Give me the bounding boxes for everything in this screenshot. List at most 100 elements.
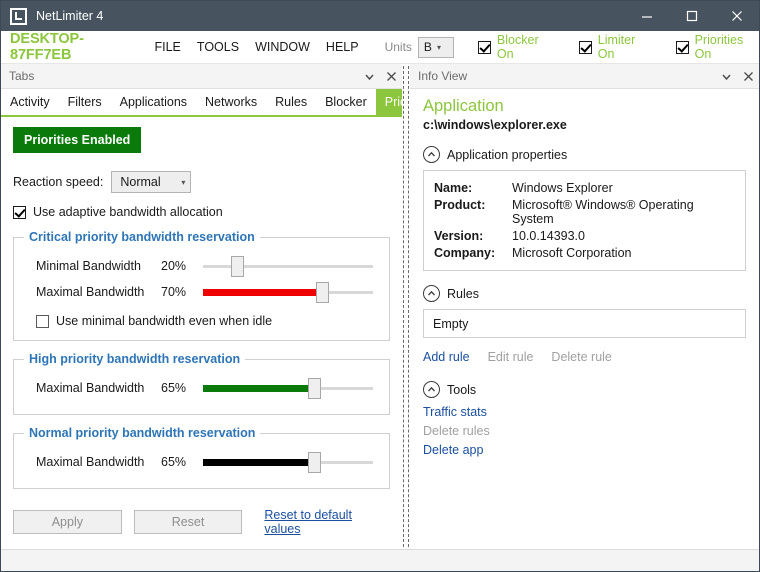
rules-section-header[interactable]: Rules (423, 285, 746, 302)
tab-filters[interactable]: Filters (59, 89, 111, 115)
idle-bandwidth-label: Use minimal bandwidth even when idle (56, 314, 272, 328)
normal-priority-title: Normal priority bandwidth reservation (24, 426, 260, 440)
adaptive-allocation-row[interactable]: Use adaptive bandwidth allocation (13, 205, 390, 219)
add-rule-link[interactable]: Add rule (423, 350, 470, 364)
application-properties-label: Application properties (447, 148, 567, 162)
adaptive-allocation-checkbox[interactable] (13, 206, 26, 219)
critical-minimal-bandwidth-row: Minimal Bandwidth 20% (24, 254, 379, 278)
critical-maximal-label: Maximal Bandwidth (36, 285, 161, 299)
tab-activity[interactable]: Activity (1, 89, 59, 115)
tools-action-links: Traffic stats Delete rules Delete app (423, 405, 746, 462)
critical-priority-title: Critical priority bandwidth reservation (24, 230, 260, 244)
normal-maximal-value: 65% (161, 455, 203, 469)
application-properties-header[interactable]: Application properties (423, 146, 746, 163)
critical-minimal-value: 20% (161, 259, 203, 273)
critical-minimal-slider[interactable] (203, 255, 373, 277)
slider-fill (203, 459, 314, 466)
info-view-close-button[interactable] (737, 65, 759, 87)
units-select[interactable]: B ▾ (418, 37, 454, 58)
status-bar (1, 549, 759, 571)
maximize-button[interactable] (669, 1, 714, 31)
reset-to-defaults-link[interactable]: Reset to default values (264, 508, 390, 536)
chevron-up-circle-icon[interactable] (423, 146, 440, 163)
prop-key-name: Name: (434, 179, 512, 196)
traffic-stats-link[interactable]: Traffic stats (423, 405, 746, 419)
table-row: Name: Windows Explorer (434, 179, 735, 196)
slider-thumb[interactable] (308, 378, 321, 399)
table-row: Company: Microsoft Corporation (434, 244, 735, 261)
netlimiter-logo-icon (10, 8, 27, 25)
priorities-checkbox[interactable] (676, 41, 689, 54)
blocker-toggle[interactable]: Blocker On (478, 33, 555, 61)
delete-rules-link: Delete rules (423, 424, 746, 438)
info-view-menu-button[interactable] (715, 65, 737, 87)
info-view-title: Info View (418, 69, 715, 83)
limiter-label: Limiter On (598, 33, 652, 61)
critical-maximal-bandwidth-row: Maximal Bandwidth 70% (24, 280, 379, 304)
info-view-content: Application c:\windows\explorer.exe Appl… (410, 89, 759, 549)
slider-track (203, 265, 373, 268)
idle-bandwidth-row[interactable]: Use minimal bandwidth even when idle (36, 314, 379, 328)
tab-networks[interactable]: Networks (196, 89, 266, 115)
critical-maximal-slider[interactable] (203, 281, 373, 303)
tab-rules[interactable]: Rules (266, 89, 316, 115)
title-bar: NetLimiter 4 (1, 1, 759, 31)
tab-applications[interactable]: Applications (111, 89, 196, 115)
delete-app-link[interactable]: Delete app (423, 443, 746, 457)
high-maximal-slider[interactable] (203, 377, 373, 399)
close-button[interactable] (714, 1, 759, 31)
chevron-down-icon: ▾ (437, 43, 441, 52)
status-badge: Priorities Enabled (13, 127, 141, 153)
limiter-toggle[interactable]: Limiter On (579, 33, 652, 61)
slider-thumb[interactable] (231, 256, 244, 277)
rules-action-links: Add rule Edit rule Delete rule (423, 350, 746, 364)
reaction-speed-select[interactable]: Normal ▾ (111, 171, 191, 193)
table-row: Version: 10.0.14393.0 (434, 227, 735, 244)
chevron-up-circle-icon[interactable] (423, 285, 440, 302)
normal-maximal-slider[interactable] (203, 451, 373, 473)
pane-splitter[interactable] (402, 64, 410, 549)
prop-key-version: Version: (434, 227, 512, 244)
menu-window[interactable]: WINDOW (255, 40, 310, 54)
application-properties-box: Name: Windows Explorer Product: Microsof… (423, 170, 746, 271)
prop-value-product: Microsoft® Windows® Operating System (512, 196, 735, 227)
edit-rule-link: Edit rule (488, 350, 534, 364)
minimize-button[interactable] (624, 1, 669, 31)
menu-help[interactable]: HELP (326, 40, 359, 54)
tools-section-header[interactable]: Tools (423, 381, 746, 398)
prop-value-company: Microsoft Corporation (512, 244, 735, 261)
apply-button[interactable]: Apply (13, 510, 122, 534)
menu-file[interactable]: FILE (155, 40, 181, 54)
reaction-speed-value: Normal (120, 175, 160, 189)
normal-priority-group: Normal priority bandwidth reservation Ma… (13, 433, 390, 489)
tabs-pane-title: Tabs (9, 69, 358, 83)
critical-minimal-label: Minimal Bandwidth (36, 259, 161, 273)
high-priority-title: High priority bandwidth reservation (24, 352, 245, 366)
priorities-toggle[interactable]: Priorities On (676, 33, 759, 61)
reaction-speed-label: Reaction speed: (13, 175, 103, 189)
rules-section-label: Rules (447, 287, 479, 301)
application-path: c:\windows\explorer.exe (423, 118, 746, 132)
normal-maximal-label: Maximal Bandwidth (36, 455, 161, 469)
blocker-checkbox[interactable] (478, 41, 491, 54)
menu-bar: DESKTOP-87FF7EB FILE TOOLS WINDOW HELP U… (1, 31, 759, 64)
tabs-pane-header: Tabs (1, 64, 402, 89)
chevron-up-circle-icon[interactable] (423, 381, 440, 398)
limiter-checkbox[interactable] (579, 41, 592, 54)
idle-bandwidth-checkbox[interactable] (36, 315, 49, 328)
table-row: Product: Microsoft® Windows® Operating S… (434, 196, 735, 227)
main-body: Tabs Activity Filters Applications Netwo… (1, 64, 759, 549)
tabs-pane-menu-button[interactable] (358, 65, 380, 87)
slider-thumb[interactable] (316, 282, 329, 303)
tab-blocker[interactable]: Blocker (316, 89, 376, 115)
slider-thumb[interactable] (308, 452, 321, 473)
rules-list[interactable]: Empty (423, 309, 746, 338)
info-view-pane: Info View Application c:\windows\explore… (410, 64, 759, 549)
prop-key-company: Company: (434, 244, 512, 261)
critical-priority-group: Critical priority bandwidth reservation … (13, 237, 390, 341)
high-maximal-value: 65% (161, 381, 203, 395)
units-value: B (424, 40, 432, 54)
menu-tools[interactable]: TOOLS (197, 40, 239, 54)
tabs-pane-close-button[interactable] (380, 65, 402, 87)
reset-button[interactable]: Reset (134, 510, 243, 534)
